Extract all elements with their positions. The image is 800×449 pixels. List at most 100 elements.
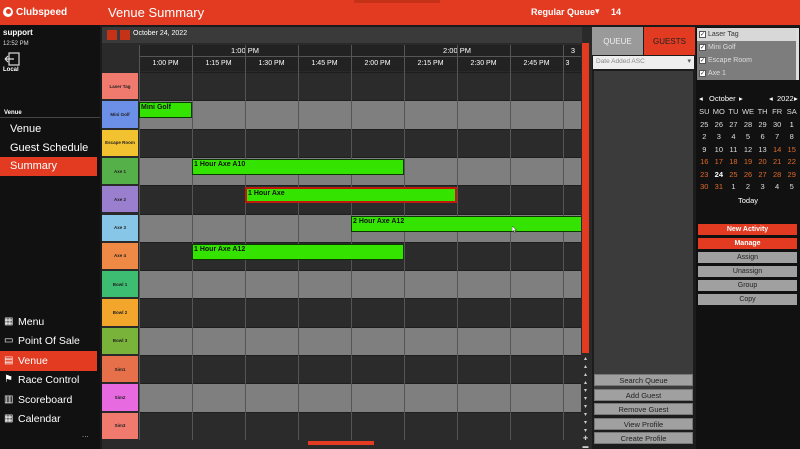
new-activity-button[interactable]: New Activity xyxy=(698,224,797,235)
scroll-arrows[interactable]: ▴ ▴ ▴ ▴ ▾ ▾ ▾ ▾ ▾ ▾ ✚ ▬ xyxy=(581,355,590,449)
resource-row[interactable] xyxy=(139,326,582,355)
resource-row[interactable] xyxy=(139,100,582,129)
calendar-day[interactable]: 1 xyxy=(784,119,799,132)
calendar-day[interactable]: 8 xyxy=(784,131,799,144)
checkbox-icon[interactable]: ✓ xyxy=(699,44,706,51)
prev-month-icon[interactable]: ◂ xyxy=(699,94,703,103)
calendar-day[interactable]: 27 xyxy=(755,169,770,182)
filter-item-mini-golf[interactable]: ✓ Mini Golf xyxy=(697,41,796,54)
assign-button[interactable]: Assign xyxy=(698,252,797,263)
unassign-button[interactable]: Unassign xyxy=(698,266,797,277)
calendar-day[interactable]: 29 xyxy=(755,119,770,132)
manage-button[interactable]: Manage xyxy=(698,238,797,249)
view-profile-button[interactable]: View Profile xyxy=(594,417,693,430)
calendar-day[interactable]: 4 xyxy=(770,181,785,194)
next-day-button[interactable] xyxy=(120,30,130,40)
resource-row[interactable] xyxy=(139,270,582,299)
calendar-day[interactable]: 25 xyxy=(726,169,741,182)
nav-item-race-control[interactable]: ⚑ Race Control xyxy=(0,371,97,391)
calendar-day[interactable]: 12 xyxy=(741,144,756,157)
booking-block[interactable]: Mini Golf xyxy=(139,102,192,119)
nav-item-point-of-sale[interactable]: ▭ Point Of Sale xyxy=(0,332,97,352)
top-drag-handle[interactable] xyxy=(354,0,440,3)
calendar-day[interactable]: 18 xyxy=(726,156,741,169)
booking-block[interactable]: 1 Hour Axe A10 xyxy=(192,158,404,175)
calendar-day[interactable]: 19 xyxy=(741,156,756,169)
calendar-day[interactable]: 10 xyxy=(712,144,727,157)
tab-guests[interactable]: GUESTS xyxy=(644,27,695,55)
calendar-day[interactable]: 23 xyxy=(697,169,712,182)
tab-queue[interactable]: QUEUE xyxy=(592,27,643,55)
calendar-day[interactable]: 21 xyxy=(770,156,785,169)
more-menu-icon[interactable]: ... xyxy=(82,430,89,439)
calendar-day[interactable]: 4 xyxy=(726,131,741,144)
calendar-day[interactable]: 3 xyxy=(755,181,770,194)
calendar-day[interactable]: 6 xyxy=(755,131,770,144)
sidebar-item-guest-schedule[interactable]: Guest Schedule xyxy=(0,139,97,158)
calendar-day[interactable]: 13 xyxy=(755,144,770,157)
booking-block[interactable]: 2 Hour Axe A12 xyxy=(351,215,582,232)
resource-row[interactable] xyxy=(139,128,582,157)
resource-row[interactable] xyxy=(139,355,582,384)
today-button[interactable]: Today xyxy=(697,196,799,205)
create-profile-button[interactable]: Create Profile xyxy=(594,432,693,444)
queue-selector[interactable]: Regular Queue xyxy=(531,7,595,17)
booking-block[interactable]: 1 Hour Axe xyxy=(245,187,457,204)
add-guest-button[interactable]: Add Guest xyxy=(594,388,693,401)
next-month-icon[interactable]: ▸ xyxy=(739,94,743,103)
resource-row[interactable] xyxy=(139,383,582,412)
checkbox-icon[interactable]: ✓ xyxy=(699,31,706,38)
booking-block[interactable]: 1 Hour Axe A12 xyxy=(192,243,404,260)
calendar-day[interactable]: 17 xyxy=(712,156,727,169)
calendar-day[interactable]: 7 xyxy=(770,131,785,144)
calendar-day[interactable]: 31 xyxy=(712,181,727,194)
calendar-day[interactable]: 14 xyxy=(770,144,785,157)
calendar-day[interactable]: 11 xyxy=(726,144,741,157)
calendar-day[interactable]: 30 xyxy=(770,119,785,132)
horizontal-scrollbar[interactable] xyxy=(103,440,580,446)
calendar-day[interactable]: 29 xyxy=(784,169,799,182)
checkbox-icon[interactable]: ✓ xyxy=(699,70,706,77)
queue-list[interactable] xyxy=(594,71,693,397)
calendar-day[interactable]: 9 xyxy=(697,144,712,157)
checkbox-icon[interactable]: ✓ xyxy=(699,57,706,64)
filter-item-axe-1[interactable]: ✓ Axe 1 xyxy=(697,67,796,80)
sidebar-item-summary[interactable]: Summary xyxy=(0,157,97,176)
calendar-day[interactable]: 26 xyxy=(712,119,727,132)
calendar-day[interactable]: 20 xyxy=(755,156,770,169)
sort-select[interactable]: Date Added ASC ▾ xyxy=(593,56,694,69)
prev-year-icon[interactable]: ◂ xyxy=(769,94,773,103)
sidebar-item-venue[interactable]: Venue xyxy=(0,120,97,139)
filter-scrollbar[interactable] xyxy=(796,28,799,80)
calendar-day[interactable]: 28 xyxy=(770,169,785,182)
prev-day-button[interactable] xyxy=(107,30,117,40)
search-queue-button[interactable]: Search Queue xyxy=(594,374,693,386)
calendar-day[interactable]: 1 xyxy=(726,181,741,194)
calendar-day[interactable]: 30 xyxy=(697,181,712,194)
resource-row[interactable] xyxy=(139,298,582,327)
remove-guest-button[interactable]: Remove Guest xyxy=(594,403,693,415)
calendar-day[interactable]: 28 xyxy=(741,119,756,132)
calendar-day[interactable]: 15 xyxy=(784,144,799,157)
calendar-day[interactable]: 2 xyxy=(697,131,712,144)
calendar-day[interactable]: 27 xyxy=(726,119,741,132)
calendar-day[interactable]: 3 xyxy=(712,131,727,144)
vertical-scrollbar[interactable]: ▴ ▴ ▴ ▴ ▾ ▾ ▾ ▾ ▾ ▾ ✚ ▬ xyxy=(581,43,590,449)
nav-item-menu[interactable]: ▦ Menu xyxy=(0,312,97,332)
calendar-day[interactable]: 24 xyxy=(712,169,727,182)
nav-item-venue[interactable]: ▤ Venue xyxy=(0,351,97,371)
calendar-day[interactable]: 5 xyxy=(784,181,799,194)
calendar-day[interactable]: 25 xyxy=(697,119,712,132)
calendar-day[interactable]: 26 xyxy=(741,169,756,182)
next-year-icon[interactable]: ▸ xyxy=(794,94,798,103)
calendar-day[interactable]: 2 xyxy=(741,181,756,194)
calendar-day[interactable]: 22 xyxy=(784,156,799,169)
vertical-scroll-thumb[interactable] xyxy=(582,43,589,353)
resource-row[interactable] xyxy=(139,411,582,440)
calendar-day[interactable]: 16 xyxy=(697,156,712,169)
group-button[interactable]: Group xyxy=(698,280,797,291)
nav-item-scoreboard[interactable]: ▥ Scoreboard xyxy=(0,390,97,410)
resource-row[interactable] xyxy=(139,72,582,101)
filter-item-laser-tag[interactable]: ✓ Laser Tag xyxy=(697,28,796,41)
calendar-day[interactable]: 5 xyxy=(741,131,756,144)
